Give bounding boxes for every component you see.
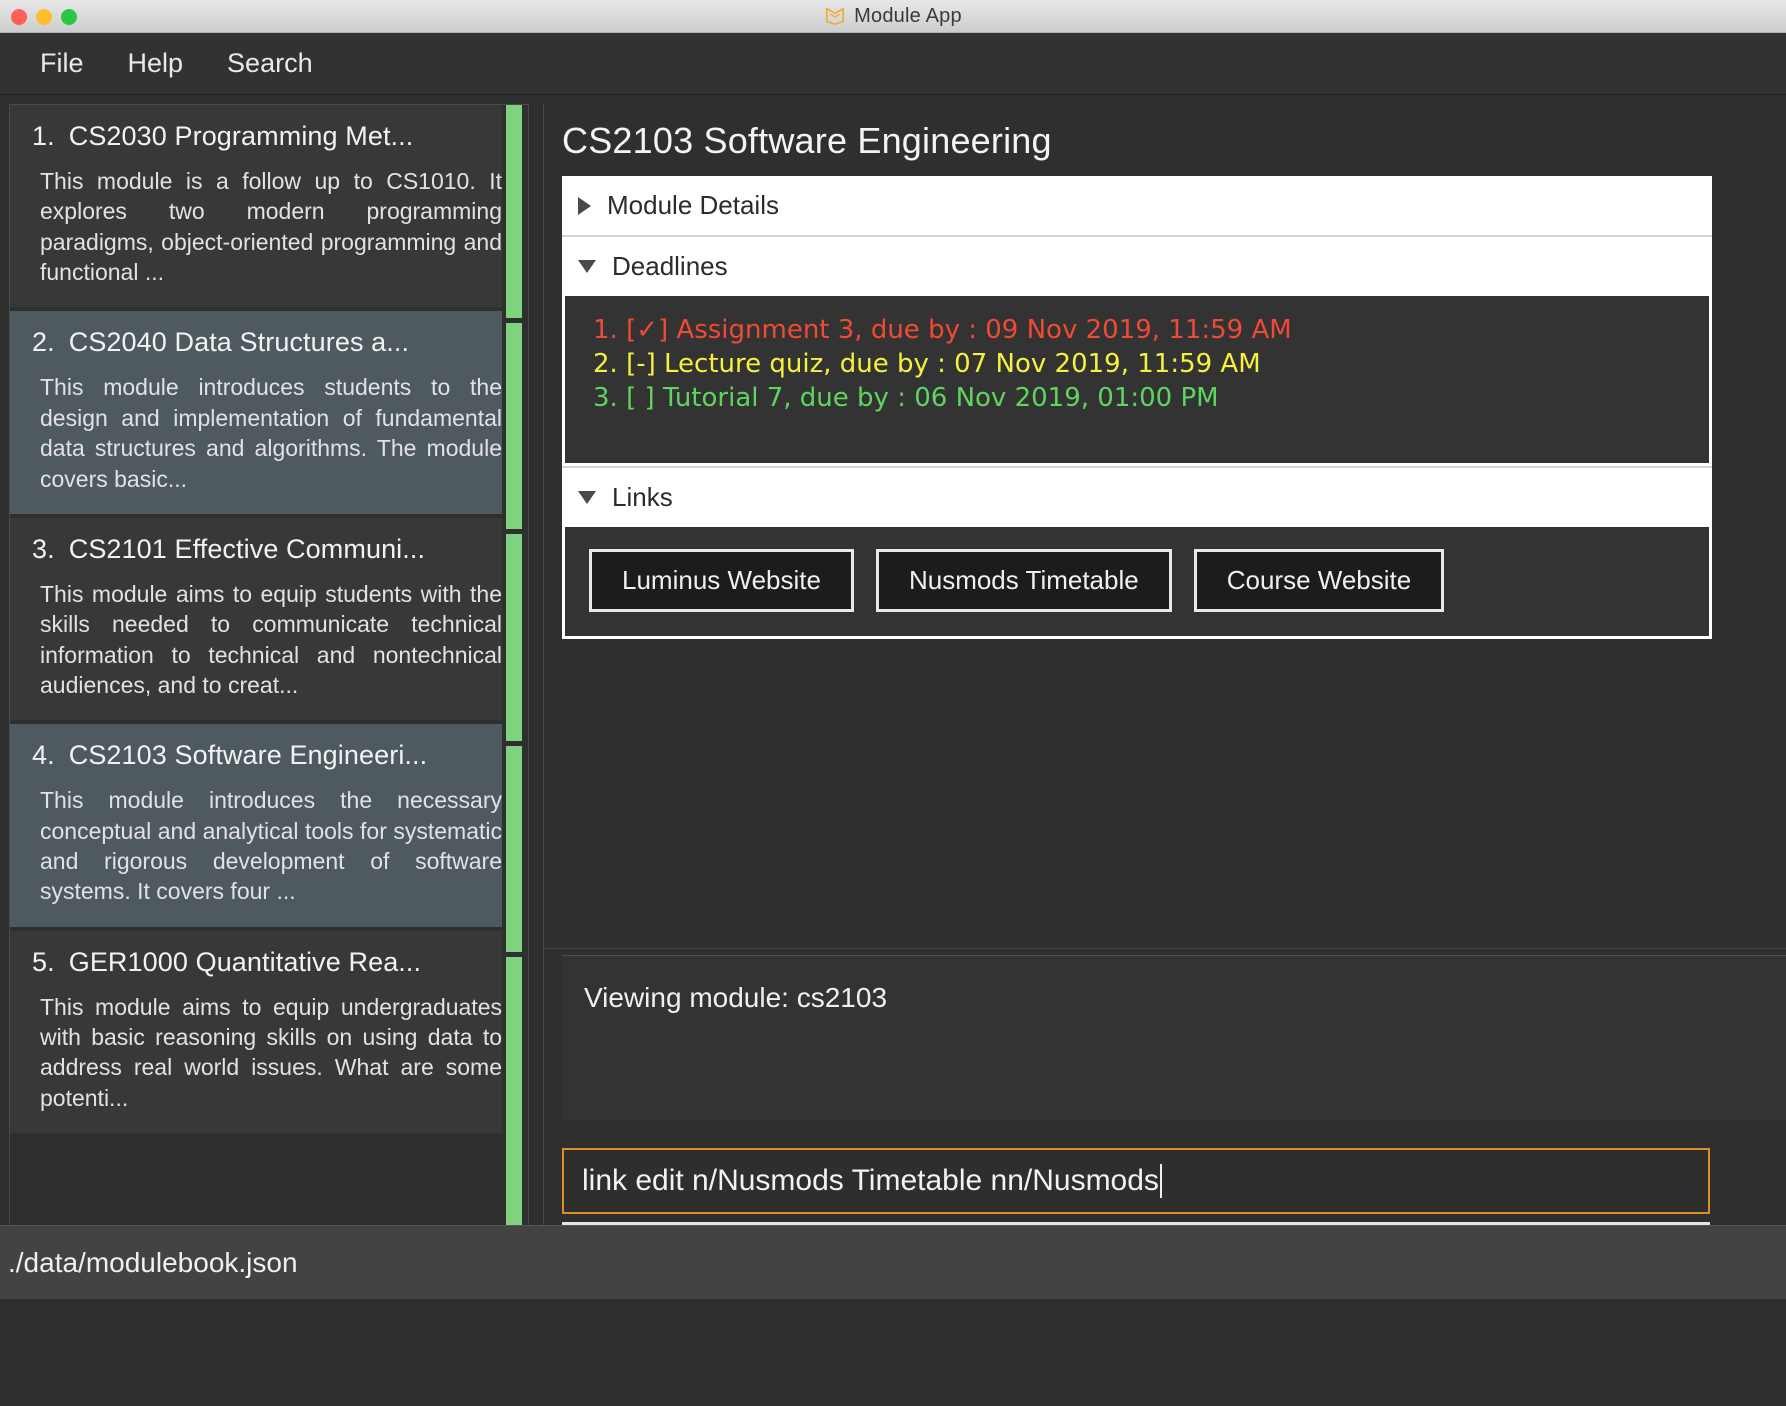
- module-title: 4. CS2103 Software Engineeri...: [32, 740, 506, 771]
- scrollbar-divider: [506, 952, 522, 957]
- list-item[interactable]: 1. CS2030 Programming Met... This module …: [10, 105, 528, 312]
- module-name: CS2040 Data Structures a...: [68, 327, 410, 358]
- book-icon: [826, 7, 845, 26]
- result-text: Viewing module: cs2103: [584, 981, 888, 1013]
- chevron-down-icon: [578, 491, 596, 504]
- module-index: 1.: [32, 121, 55, 151]
- module-title: 1. CS2030 Programming Met...: [32, 121, 506, 152]
- page-title: CS2103 Software Engineering: [562, 120, 1052, 161]
- scrollbar-divider: [506, 318, 522, 323]
- menu-item-search[interactable]: Search: [209, 44, 331, 83]
- module-index: 4.: [32, 740, 55, 771]
- module-index: 5.: [32, 946, 55, 977]
- module-title: 2. CS2040 Data Structures a...: [32, 327, 506, 358]
- module-list[interactable]: 1. CS2030 Programming Met... This module …: [10, 105, 528, 1138]
- scrollbar-divider: [506, 741, 522, 746]
- link-button-nusmods-timetable[interactable]: Nusmods Timetable: [875, 549, 1172, 612]
- section-header-module-details[interactable]: Module Details: [562, 176, 1712, 237]
- workspace: 1. CS2030 Programming Met... This module …: [0, 95, 1786, 1225]
- detail-panel: CS2103 Software Engineering Module Detai…: [543, 104, 1786, 1225]
- module-name: CS2101 Effective Communi...: [68, 533, 426, 564]
- module-detail-pane: CS2103 Software Engineering Module Detai…: [544, 104, 1786, 949]
- zoom-button[interactable]: [61, 8, 77, 25]
- module-index: 2.: [32, 327, 55, 358]
- command-input[interactable]: link edit n/Nusmods Timetable nn/Nusmods: [562, 1147, 1710, 1214]
- menu-bar: File Help Search: [0, 33, 1786, 95]
- result-display: Viewing module: cs2103: [562, 954, 1786, 1121]
- detail-accordion: Module Details Deadlines 1. [✓] Assignme…: [562, 176, 1712, 639]
- status-bar-path: ./data/modulebook.json: [8, 1246, 298, 1278]
- module-list-scrollbar-thumb[interactable]: [506, 105, 522, 1225]
- window-title: Module App: [854, 4, 962, 27]
- links-list: Luminus Website Nusmods Timetable Course…: [562, 527, 1712, 639]
- list-item[interactable]: 3. CS2101 Effective Communi... This modul…: [10, 517, 528, 725]
- deadline-item: 2. [-] Lecture quiz, due by : 07 Nov 201…: [593, 348, 1261, 379]
- menu-item-file[interactable]: File: [22, 44, 102, 83]
- module-list-scrollbar[interactable]: [502, 105, 528, 1225]
- list-item[interactable]: 2. CS2040 Data Structures a... This modul…: [10, 311, 528, 518]
- link-button-luminus-website[interactable]: Luminus Website: [589, 549, 854, 612]
- text-caret: [1159, 1163, 1162, 1198]
- status-bar: ./data/modulebook.json: [0, 1225, 1786, 1299]
- window-title-group: Module App: [0, 5, 1786, 28]
- section-header-links[interactable]: Links: [562, 466, 1712, 527]
- module-description: This module aims to equip undergraduates…: [40, 993, 502, 1111]
- section-label: Deadlines: [612, 251, 728, 281]
- command-box-wrapper: link edit n/Nusmods Timetable nn/Nusmods: [544, 1121, 1786, 1222]
- menu-item-help[interactable]: Help: [110, 44, 202, 83]
- module-description: This module aims to equip students with …: [40, 580, 502, 698]
- pane-divider: [529, 104, 543, 1225]
- close-button[interactable]: [11, 8, 27, 25]
- minimize-button[interactable]: [36, 8, 52, 25]
- list-item[interactable]: 5. GER1000 Quantitative Rea... This modul…: [10, 930, 528, 1138]
- deadline-item: 3. [ ] Tutorial 7, due by : 06 Nov 2019,…: [593, 382, 1219, 413]
- module-description: This module introduces the necessary con…: [40, 787, 502, 905]
- module-description: This module introduces students to the d…: [40, 374, 502, 492]
- link-button-course-website[interactable]: Course Website: [1193, 549, 1445, 612]
- module-index: 3.: [32, 533, 55, 564]
- chevron-down-icon: [578, 260, 596, 273]
- module-name: CS2103 Software Engineeri...: [68, 740, 428, 771]
- module-title: 5. GER1000 Quantitative Rea...: [32, 947, 506, 978]
- module-description: This module is a follow up to CS1010. It…: [40, 168, 502, 286]
- section-header-deadlines[interactable]: Deadlines: [562, 237, 1712, 296]
- window-titlebar: Module App: [0, 0, 1786, 33]
- scrollbar-divider: [506, 529, 522, 534]
- module-name: CS2030 Programming Met...: [68, 121, 414, 151]
- section-label: Module Details: [607, 190, 779, 220]
- deadline-item: 1. [✓] Assignment 3, due by : 09 Nov 201…: [593, 315, 1292, 345]
- command-underline: [562, 1222, 1710, 1225]
- chevron-right-icon: [578, 196, 591, 215]
- list-item[interactable]: 4. CS2103 Software Engineeri... This modu…: [10, 724, 528, 931]
- module-title: 3. CS2101 Effective Communi...: [32, 534, 506, 565]
- command-input-value[interactable]: link edit n/Nusmods Timetable nn/Nusmods: [582, 1164, 1159, 1198]
- module-name: GER1000 Quantitative Rea...: [68, 946, 422, 977]
- deadlines-list: 1. [✓] Assignment 3, due by : 09 Nov 201…: [562, 296, 1712, 466]
- section-label: Links: [612, 482, 673, 512]
- module-list-panel: 1. CS2030 Programming Met... This module …: [9, 104, 529, 1225]
- window-controls[interactable]: [11, 0, 77, 33]
